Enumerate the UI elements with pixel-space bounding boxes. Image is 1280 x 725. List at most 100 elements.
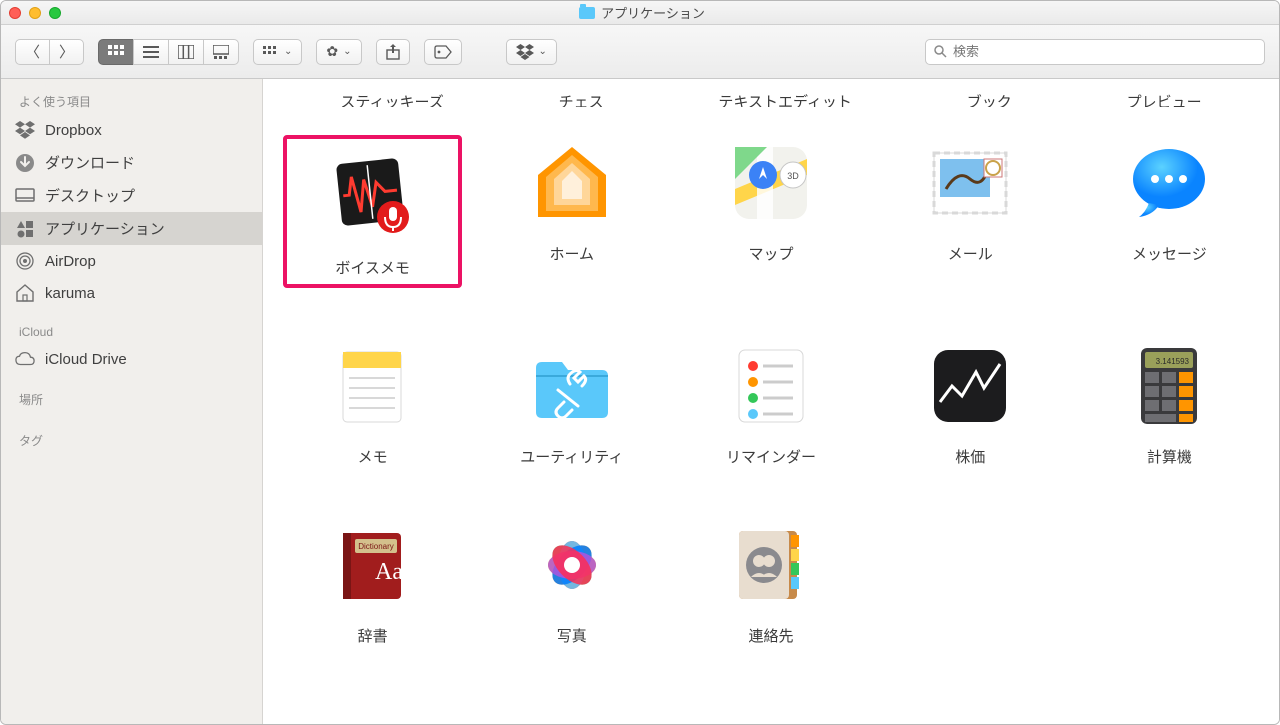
app-label: 写真	[557, 625, 587, 646]
share-icon	[386, 44, 400, 60]
desktop-icon	[15, 186, 35, 206]
gallery-icon	[213, 45, 229, 59]
sidebar-header-tags: タグ	[1, 426, 262, 453]
toolbar: 〈 〉 ⌄ ✿ ⌄	[1, 25, 1279, 79]
zoom-button[interactable]	[49, 7, 61, 19]
share-button[interactable]	[376, 39, 410, 65]
sidebar-item-downloads[interactable]: ダウンロード	[1, 146, 262, 179]
tags-button[interactable]	[424, 39, 462, 65]
stocks-icon	[926, 342, 1014, 430]
content-area[interactable]: スティッキーズ チェス テキストエディット ブック プレビュー	[263, 79, 1279, 724]
dictionary-icon: Dictionary Aa	[329, 521, 417, 609]
reminders-icon	[727, 342, 815, 430]
app-dictionary[interactable]: Dictionary Aa 辞書	[283, 517, 462, 646]
dropbox-toolbar-button[interactable]: ⌄	[506, 39, 557, 65]
app-messages[interactable]: メッセージ	[1080, 135, 1259, 288]
minimize-button[interactable]	[29, 7, 41, 19]
search-icon	[934, 45, 947, 58]
app-calculator[interactable]: 3.141593 計算機	[1080, 338, 1259, 467]
app-grid: ボイスメモ ホーム	[283, 135, 1259, 646]
columns-icon	[178, 45, 194, 59]
sidebar-item-label: ダウンロード	[45, 152, 135, 173]
chevron-right-icon: 〉	[59, 41, 74, 62]
nav-buttons: 〈 〉	[15, 39, 84, 65]
truncated-label: ブック	[967, 91, 1012, 107]
app-notes[interactable]: メモ	[283, 338, 462, 467]
sidebar-item-applications[interactable]: アプリケーション	[1, 212, 262, 245]
dropbox-icon	[15, 120, 35, 140]
contacts-icon	[727, 521, 815, 609]
app-reminders[interactable]: リマインダー	[681, 338, 860, 467]
list-icon	[143, 45, 159, 59]
grid-icon	[108, 45, 124, 59]
search-input[interactable]	[953, 44, 1256, 59]
tag-icon	[434, 45, 452, 59]
sidebar-item-label: デスクトップ	[45, 185, 135, 206]
chevron-down-icon: ⌄	[539, 46, 547, 57]
action-button[interactable]: ✿ ⌄	[316, 39, 361, 65]
app-label: メール	[948, 243, 993, 264]
app-label: リマインダー	[726, 446, 816, 467]
app-maps[interactable]: 3D マップ	[681, 135, 860, 288]
chevron-left-icon: 〈	[25, 41, 40, 62]
icon-view-button[interactable]	[98, 39, 134, 65]
sidebar-item-label: AirDrop	[45, 253, 96, 270]
app-utilities[interactable]: ユーティリティ	[482, 338, 661, 467]
sidebar-header-icloud: iCloud	[1, 319, 262, 343]
app-voice-memos[interactable]: ボイスメモ	[283, 135, 462, 288]
app-label: 連絡先	[748, 625, 793, 646]
sidebar-item-home[interactable]: karuma	[1, 277, 262, 309]
airdrop-icon	[15, 251, 35, 271]
app-label: 辞書	[358, 625, 388, 646]
finder-window: アプリケーション 〈 〉 ⌄ ✿	[0, 0, 1280, 725]
app-home[interactable]: ホーム	[482, 135, 661, 288]
chevron-down-icon: ⌄	[343, 46, 351, 57]
calculator-icon: 3.141593	[1125, 342, 1213, 430]
gear-icon: ✿	[326, 43, 338, 60]
app-photos[interactable]: 写真	[482, 517, 661, 646]
arrange-button[interactable]: ⌄	[253, 39, 302, 65]
folder-icon	[579, 7, 595, 19]
utilities-folder-icon	[528, 342, 616, 430]
sidebar-item-label: karuma	[45, 285, 95, 302]
truncated-label: スティッキーズ	[340, 91, 443, 107]
gallery-view-button[interactable]	[203, 39, 239, 65]
sidebar: よく使う項目 Dropbox ダウンロード デスクトップ アプリケーション Ai…	[1, 79, 263, 724]
truncated-label: チェス	[559, 91, 604, 107]
mail-icon	[926, 139, 1014, 227]
messages-icon	[1125, 139, 1213, 227]
sidebar-item-desktop[interactable]: デスクトップ	[1, 179, 262, 212]
app-label: マップ	[748, 243, 793, 264]
app-label: ホーム	[550, 243, 595, 264]
cloud-icon	[15, 349, 35, 369]
voice-memos-icon	[329, 153, 417, 241]
sidebar-item-dropbox[interactable]: Dropbox	[1, 114, 262, 146]
sidebar-item-label: iCloud Drive	[45, 351, 127, 368]
app-label: 株価	[955, 446, 985, 467]
close-button[interactable]	[9, 7, 21, 19]
titlebar: アプリケーション	[1, 1, 1279, 25]
svg-text:3.141593: 3.141593	[1156, 357, 1190, 366]
app-mail[interactable]: メール	[881, 135, 1060, 288]
svg-text:Dictionary: Dictionary	[358, 542, 394, 551]
dropbox-icon	[516, 44, 534, 60]
list-view-button[interactable]	[133, 39, 169, 65]
app-label: 計算機	[1147, 446, 1192, 467]
forward-button[interactable]: 〉	[49, 39, 84, 65]
back-button[interactable]: 〈	[15, 39, 50, 65]
sidebar-item-icloud-drive[interactable]: iCloud Drive	[1, 343, 262, 375]
app-label: ユーティリティ	[520, 446, 623, 467]
window-controls	[9, 7, 61, 19]
truncated-label: テキストエディット	[718, 91, 852, 107]
sidebar-item-airdrop[interactable]: AirDrop	[1, 245, 262, 277]
home-app-icon	[528, 139, 616, 227]
apps-icon	[15, 219, 35, 239]
search-field[interactable]	[925, 39, 1265, 65]
app-label: ボイスメモ	[335, 257, 410, 278]
app-contacts[interactable]: 連絡先	[681, 517, 860, 646]
column-view-button[interactable]	[168, 39, 204, 65]
view-mode-group	[98, 39, 239, 65]
svg-text:3D: 3D	[787, 171, 799, 181]
sidebar-header-favorites: よく使う項目	[1, 87, 262, 114]
app-stocks[interactable]: 株価	[881, 338, 1060, 467]
